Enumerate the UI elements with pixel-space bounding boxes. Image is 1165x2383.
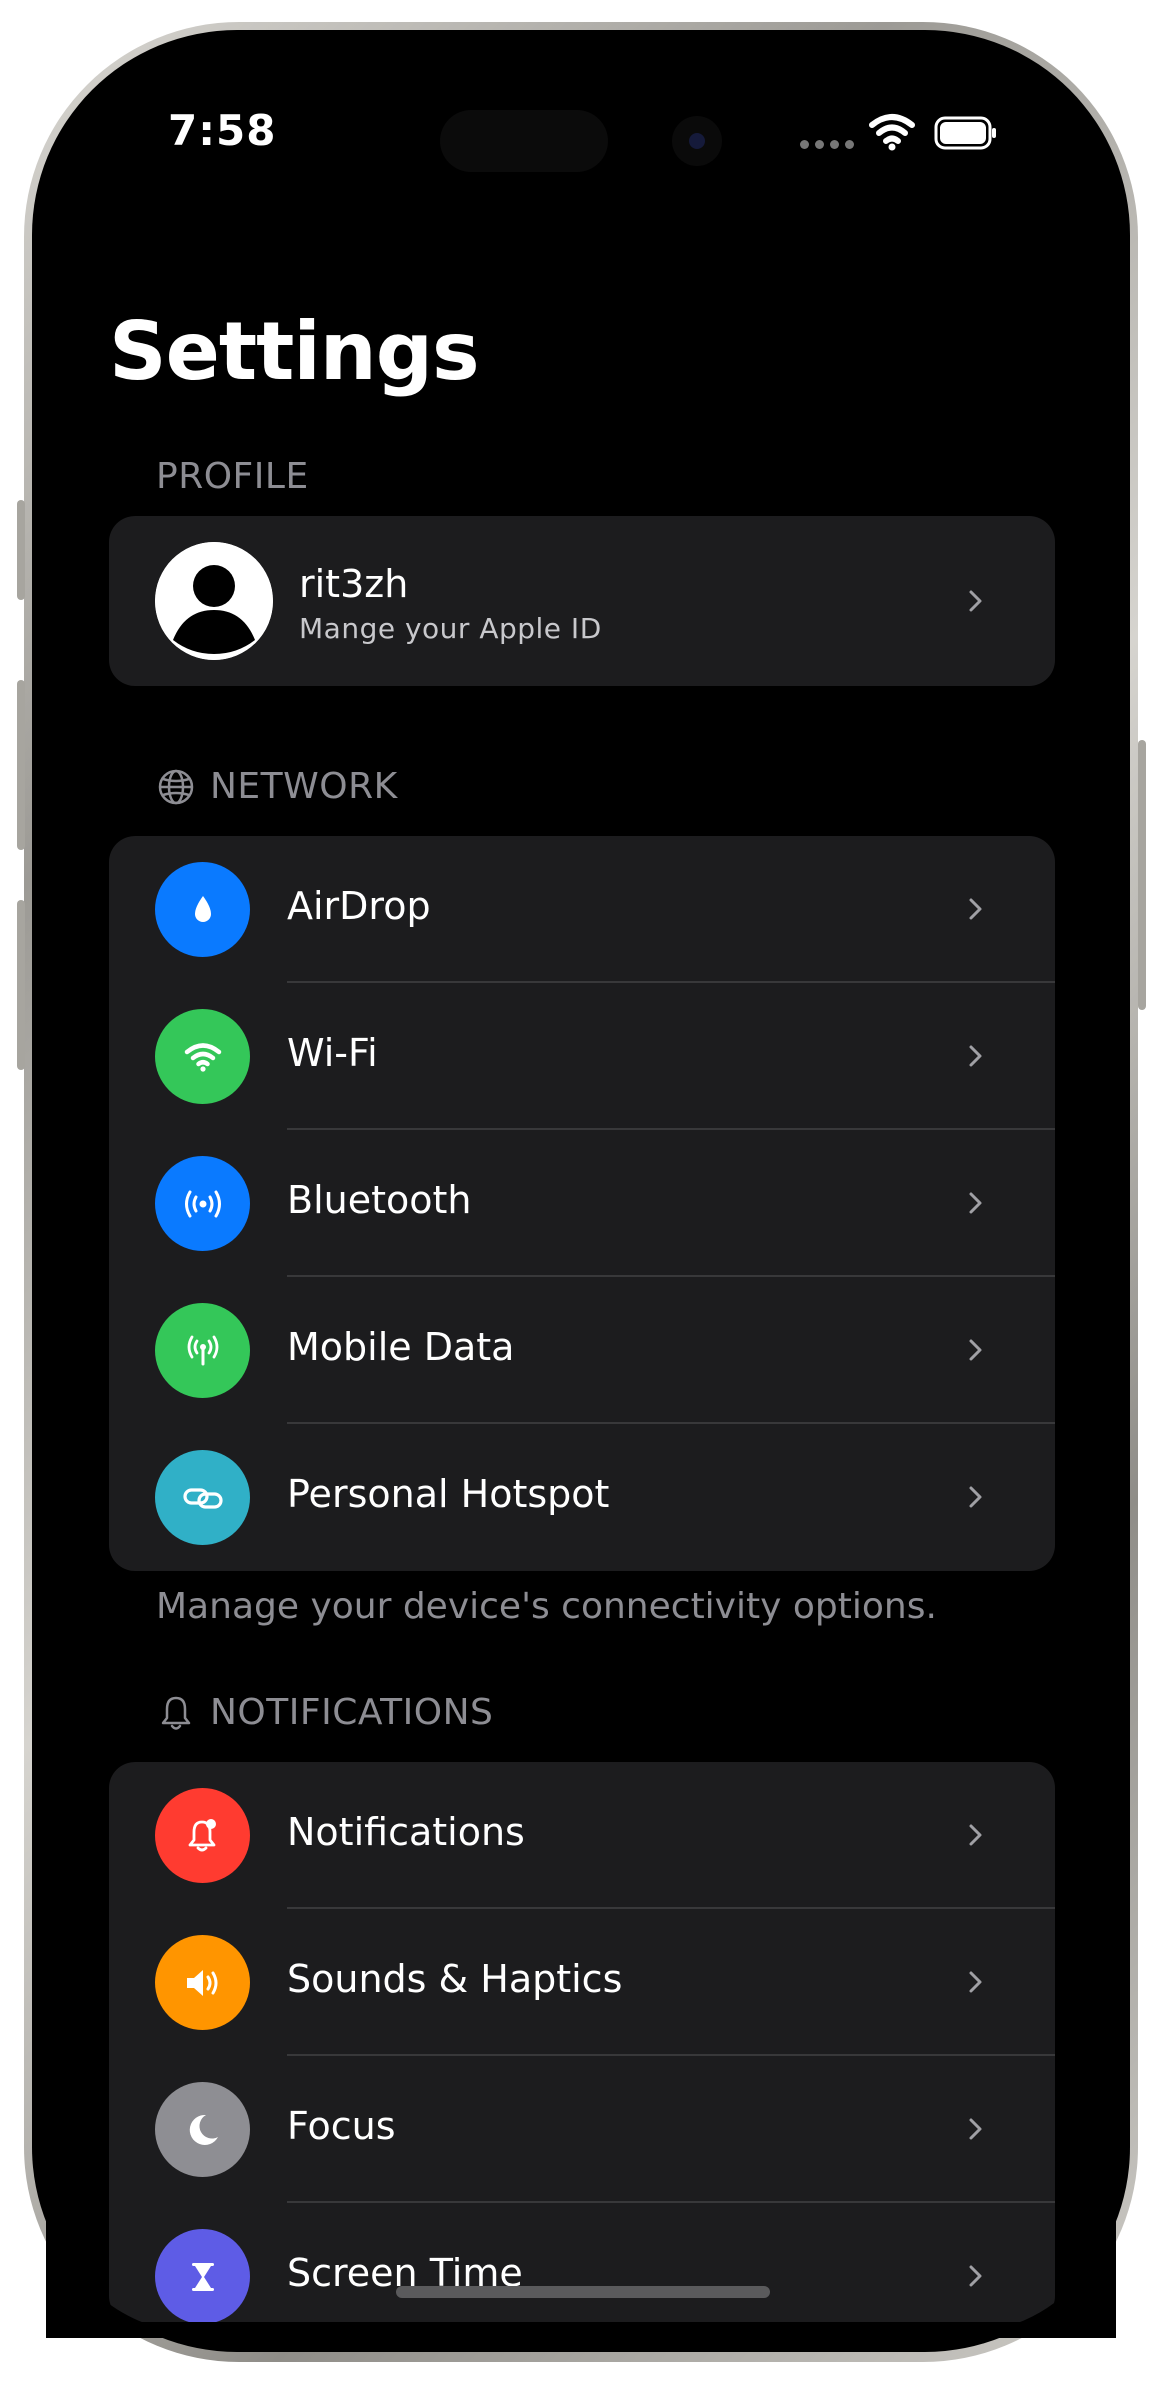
page-title: Settings	[109, 305, 480, 398]
dynamic-island	[440, 110, 608, 172]
row-label: Personal Hotspot	[287, 1472, 610, 1516]
bluetooth-waves-icon	[155, 1156, 250, 1251]
row-label: AirDrop	[287, 884, 431, 928]
profile-section-header: PROFILE	[156, 456, 309, 497]
notifications-header-label: NOTIFICATIONS	[210, 1692, 494, 1733]
row-label: Mobile Data	[287, 1325, 515, 1369]
wifi-status-icon	[869, 114, 915, 151]
row-label: Sounds & Haptics	[287, 1957, 623, 2001]
notifications-list: Notifications Sounds & Haptics Focus Scr…	[109, 1762, 1055, 2322]
profile-subtitle: Mange your Apple ID	[299, 612, 602, 645]
profile-header-label: PROFILE	[156, 456, 309, 497]
antenna-icon	[155, 1303, 250, 1398]
row-label: Wi-Fi	[287, 1031, 378, 1075]
settings-row-wifi[interactable]: Wi-Fi	[109, 983, 1055, 1130]
globe-icon	[158, 769, 194, 804]
chevron-right-icon	[969, 2118, 982, 2140]
network-footer-note: Manage your device's connectivity option…	[156, 1586, 937, 1627]
home-indicator[interactable]	[396, 2286, 770, 2298]
chevron-right-icon	[969, 898, 982, 920]
notifications-section-header: NOTIFICATIONS	[156, 1692, 493, 1733]
profile-row[interactable]: rit3zh Mange your Apple ID	[109, 516, 1055, 686]
row-label: Focus	[287, 2104, 396, 2148]
action-button	[17, 500, 25, 600]
settings-row-focus[interactable]: Focus	[109, 2056, 1055, 2203]
settings-row-bluetooth[interactable]: Bluetooth	[109, 1130, 1055, 1277]
cellular-signal-icon	[800, 140, 854, 149]
wifi-icon	[155, 1009, 250, 1104]
chevron-right-icon	[969, 1824, 982, 1846]
settings-row-airdrop[interactable]: AirDrop	[109, 836, 1055, 983]
row-label: Bluetooth	[287, 1178, 472, 1222]
front-camera	[672, 116, 722, 166]
status-time: 7:58	[168, 106, 277, 155]
settings-row-notifications[interactable]: Notifications	[109, 1762, 1055, 1909]
link-icon	[155, 1450, 250, 1545]
chevron-right-icon	[969, 590, 982, 612]
speaker-icon	[155, 1935, 250, 2030]
person-icon	[155, 542, 273, 660]
settings-row-mobile-data[interactable]: Mobile Data	[109, 1277, 1055, 1424]
bell-badge-icon	[155, 1788, 250, 1883]
network-section-header: NETWORK	[156, 766, 398, 807]
hourglass-icon	[155, 2229, 250, 2322]
network-header-label: NETWORK	[210, 766, 398, 807]
battery-icon	[934, 116, 996, 150]
settings-row-personal-hotspot[interactable]: Personal Hotspot	[109, 1424, 1055, 1571]
avatar	[155, 542, 273, 660]
settings-row-screen-time[interactable]: Screen Time	[109, 2203, 1055, 2322]
chevron-right-icon	[969, 1339, 982, 1361]
airdrop-icon	[155, 862, 250, 957]
volume-up-button	[17, 680, 25, 850]
volume-down-button	[17, 900, 25, 1070]
profile-name: rit3zh	[299, 562, 409, 606]
chevron-right-icon	[969, 2265, 982, 2287]
chevron-right-icon	[969, 1045, 982, 1067]
moon-icon	[155, 2082, 250, 2177]
profile-card[interactable]: rit3zh Mange your Apple ID	[109, 516, 1055, 686]
power-button	[1138, 740, 1146, 1010]
chevron-right-icon	[969, 1971, 982, 1993]
chevron-right-icon	[969, 1486, 982, 1508]
row-label: Notifications	[287, 1810, 525, 1854]
chevron-right-icon	[969, 1192, 982, 1214]
settings-row-sounds-haptics[interactable]: Sounds & Haptics	[109, 1909, 1055, 2056]
bell-icon	[161, 1696, 191, 1730]
network-list: AirDrop Wi-Fi Bluetooth Mobile Data Pers…	[109, 836, 1055, 1571]
